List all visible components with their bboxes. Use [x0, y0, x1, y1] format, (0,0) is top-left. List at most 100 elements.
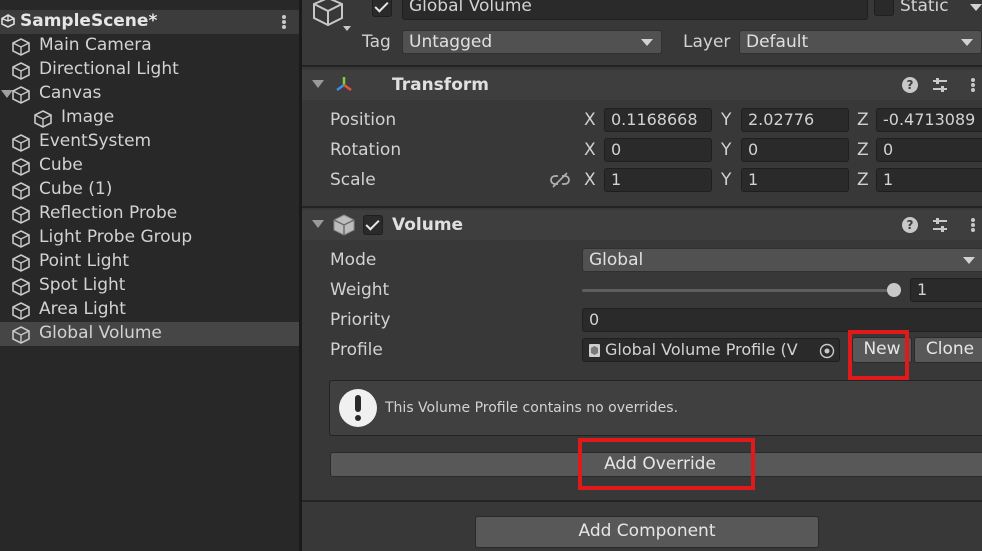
transform-header[interactable]: Transform ? — [302, 70, 982, 100]
hierarchy-item[interactable]: Image — [0, 106, 300, 130]
hierarchy-item-label: Cube (1) — [39, 179, 113, 199]
active-toggle[interactable] — [372, 0, 392, 17]
hierarchy-item-label: EventSystem — [39, 131, 152, 151]
hierarchy-panel: SampleScene* Main Camera Directional Ligh… — [0, 0, 300, 551]
hierarchy-item[interactable]: Main Camera — [0, 34, 300, 58]
clone-profile-button[interactable]: Clone — [914, 337, 982, 363]
inspector-panel: Global Volume Static Tag Untagged Layer … — [302, 0, 982, 551]
help-icon[interactable]: ? — [902, 77, 918, 93]
gameobject-cube-icon — [11, 254, 31, 272]
position-z-label: Z — [857, 110, 869, 130]
position-x-label: X — [584, 110, 596, 130]
mode-value: Global — [589, 250, 644, 270]
scale-z-field[interactable]: 1 — [876, 168, 982, 192]
hierarchy-item-label: Directional Light — [39, 59, 179, 79]
hierarchy-item-label: Cube — [39, 155, 83, 175]
presets-icon[interactable] — [931, 216, 949, 234]
layer-dropdown[interactable]: Default — [739, 30, 982, 54]
separator — [302, 500, 982, 502]
volume-enabled-checkbox[interactable] — [363, 215, 383, 235]
hierarchy-item[interactable]: Global Volume — [0, 322, 300, 346]
profile-value: Global Volume Profile (V — [605, 340, 798, 359]
presets-icon[interactable] — [931, 76, 949, 94]
gameobject-cube-icon — [11, 158, 31, 176]
hierarchy-item[interactable]: Directional Light — [0, 58, 300, 82]
scale-y-label: Y — [721, 170, 732, 190]
no-overrides-helpbox: This Volume Profile contains no override… — [329, 380, 982, 436]
gameobject-cube-icon — [11, 38, 31, 56]
scene-header[interactable]: SampleScene* — [0, 10, 300, 34]
position-z-field[interactable]: -0.4713089 — [876, 108, 982, 132]
hierarchy-item[interactable]: Canvas — [0, 82, 300, 106]
hierarchy-item[interactable]: Spot Light — [0, 274, 300, 298]
hierarchy-item[interactable]: Light Probe Group — [0, 226, 300, 250]
scale-x-field[interactable]: 1 — [604, 168, 712, 192]
tag-label: Tag — [362, 32, 391, 52]
volume-profile-asset-icon — [589, 344, 600, 357]
position-y-label: Y — [721, 110, 732, 130]
constrain-proportions-icon[interactable] — [550, 172, 570, 188]
priority-field[interactable]: 0 — [582, 308, 982, 332]
hierarchy-item[interactable]: Cube — [0, 154, 300, 178]
object-picker-icon[interactable] — [819, 343, 835, 359]
gameobject-cube-icon — [11, 230, 31, 248]
rotation-label: Rotation — [330, 140, 402, 160]
separator — [302, 206, 982, 208]
scene-menu-icon[interactable] — [282, 13, 286, 31]
hierarchy-item-label: Image — [61, 107, 115, 127]
chevron-down-icon — [641, 39, 653, 46]
new-button-highlight — [848, 330, 909, 380]
mode-dropdown[interactable]: Global — [582, 248, 982, 272]
gameobject-cube-icon — [11, 206, 31, 224]
foldout-arrow-icon[interactable] — [312, 220, 324, 228]
hierarchy-item-label: Reflection Probe — [39, 203, 178, 223]
rotation-z-label: Z — [857, 140, 869, 160]
component-menu-icon[interactable] — [971, 76, 975, 94]
weight-slider-knob[interactable] — [887, 283, 901, 297]
hierarchy-item[interactable]: Reflection Probe — [0, 202, 300, 226]
weight-field[interactable]: 1 — [910, 278, 982, 302]
profile-field[interactable]: Global Volume Profile (V — [582, 338, 840, 362]
position-x-field[interactable]: 0.1168668 — [604, 108, 712, 132]
rotation-x-field[interactable]: 0 — [604, 138, 712, 162]
transform-title: Transform — [392, 75, 489, 95]
rotation-x-label: X — [584, 140, 596, 160]
info-warning-icon — [339, 389, 377, 427]
static-dropdown-icon[interactable] — [970, 4, 982, 11]
rotation-z-field[interactable]: 0 — [876, 138, 982, 162]
hierarchy-item-label: Area Light — [39, 299, 126, 319]
chevron-down-icon — [961, 39, 973, 46]
chevron-down-icon — [963, 257, 975, 264]
add-component-button[interactable]: Add Component — [475, 516, 819, 548]
icon-dropdown-arrow-icon[interactable] — [343, 26, 351, 31]
component-menu-icon[interactable] — [971, 216, 975, 234]
hierarchy-item-label: Global Volume — [39, 323, 162, 343]
volume-title: Volume — [392, 215, 464, 235]
weight-label: Weight — [330, 280, 390, 300]
hierarchy-item-label: Main Camera — [39, 35, 152, 55]
layer-label: Layer — [683, 32, 731, 52]
object-name-field[interactable]: Global Volume — [402, 0, 868, 20]
volume-header[interactable]: Volume ? — [302, 210, 982, 240]
add-override-highlight — [578, 438, 755, 490]
hierarchy-item[interactable]: EventSystem — [0, 130, 300, 154]
hierarchy-item[interactable]: Cube (1) — [0, 178, 300, 202]
weight-slider-track[interactable] — [582, 289, 900, 292]
static-checkbox[interactable] — [874, 0, 894, 16]
scale-x-label: X — [584, 170, 596, 190]
tag-dropdown[interactable]: Untagged — [402, 30, 662, 54]
position-y-field[interactable]: 2.02776 — [741, 108, 849, 132]
help-icon[interactable]: ? — [902, 217, 918, 233]
scale-z-label: Z — [857, 170, 869, 190]
unity-scene-icon — [1, 14, 15, 28]
gameobject-cube-icon — [11, 62, 31, 80]
hierarchy-item-label: Light Probe Group — [39, 227, 193, 247]
rotation-y-field[interactable]: 0 — [741, 138, 849, 162]
hierarchy-item[interactable]: Area Light — [0, 298, 300, 322]
scale-y-field[interactable]: 1 — [741, 168, 849, 192]
volume-component-icon — [333, 214, 355, 236]
foldout-arrow-icon[interactable] — [312, 80, 324, 88]
layer-value: Default — [746, 32, 809, 52]
hierarchy-item[interactable]: Point Light — [0, 250, 300, 274]
gameobject-cube-icon — [11, 134, 31, 152]
